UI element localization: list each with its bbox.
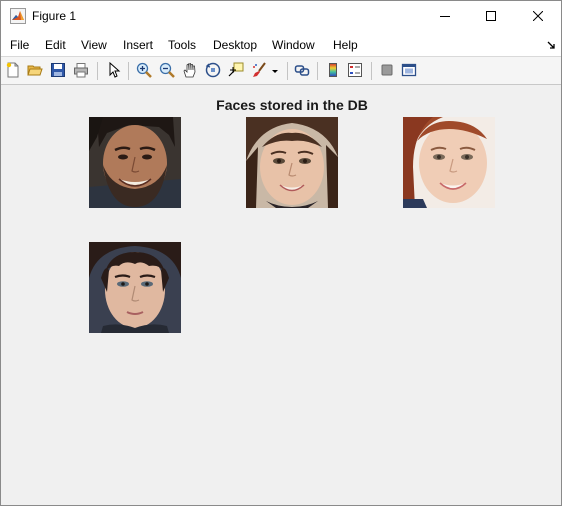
menu-view[interactable]: View [81, 38, 107, 52]
zoom-in-button[interactable] [134, 61, 154, 81]
face-image-4[interactable] [89, 242, 181, 333]
toolbar-separator [317, 62, 318, 80]
rotate-3d-icon [205, 62, 221, 81]
window-title: Figure 1 [32, 9, 77, 23]
link-plot-button[interactable] [292, 61, 312, 81]
rotate-3d-button[interactable] [203, 61, 223, 81]
brush-icon [251, 61, 267, 81]
close-icon [532, 10, 544, 24]
toolbar-separator [97, 62, 98, 80]
matlab-logo-icon [10, 8, 26, 24]
save-button[interactable] [48, 61, 68, 81]
menu-tools[interactable]: Tools [168, 38, 196, 52]
print-icon [73, 62, 89, 81]
dock-arrow-icon[interactable] [547, 40, 557, 50]
menu-insert[interactable]: Insert [123, 38, 153, 52]
new-figure-icon [5, 62, 21, 81]
pan-button[interactable] [180, 61, 200, 81]
minimize-icon [440, 10, 450, 24]
close-button[interactable] [515, 1, 561, 32]
maximize-button[interactable] [468, 1, 514, 32]
toolbar-separator [371, 62, 372, 80]
menu-window[interactable]: Window [272, 38, 315, 52]
menu-help[interactable]: Help [333, 38, 358, 52]
select-pointer-icon [106, 61, 122, 81]
data-cursor-button[interactable] [226, 61, 246, 81]
zoom-in-icon [136, 62, 152, 81]
link-plot-icon [294, 62, 310, 81]
hide-plot-tools-icon [379, 62, 395, 81]
insert-legend-button[interactable] [345, 61, 365, 81]
brush-button[interactable] [249, 61, 269, 81]
menu-desktop[interactable]: Desktop [213, 38, 257, 52]
new-figure-button[interactable] [3, 61, 23, 81]
print-button[interactable] [71, 61, 91, 81]
face-image-2[interactable] [246, 117, 338, 208]
pan-hand-icon [182, 62, 198, 81]
brush-dropdown-icon [271, 64, 279, 78]
maximize-icon [486, 10, 496, 24]
open-file-icon [27, 62, 43, 81]
face-image-3[interactable] [403, 117, 495, 208]
hide-plot-tools-button[interactable] [377, 61, 397, 81]
face-image-1[interactable] [89, 117, 181, 208]
insert-colorbar-button[interactable] [323, 61, 343, 81]
figure-title: Faces stored in the DB [216, 97, 368, 113]
menu-bar: File Edit View Insert Tools Desktop Wind… [1, 32, 561, 56]
minimize-button[interactable] [422, 1, 468, 32]
menu-file[interactable]: File [10, 38, 29, 52]
figure-window: Figure 1 File Edit View Insert Tools Des… [0, 0, 562, 506]
figure-toolbar [1, 56, 561, 85]
toolbar-separator [287, 62, 288, 80]
select-button[interactable] [104, 61, 124, 81]
figure-canvas[interactable]: Faces stored in the DB [1, 86, 561, 505]
data-cursor-icon [228, 62, 244, 81]
insert-colorbar-icon [325, 62, 341, 81]
title-bar[interactable]: Figure 1 [1, 1, 561, 32]
brush-dropdown-button[interactable] [269, 61, 281, 81]
insert-legend-icon [347, 62, 363, 81]
show-plot-tools-icon [401, 62, 417, 81]
open-file-button[interactable] [25, 61, 45, 81]
menu-edit[interactable]: Edit [45, 38, 66, 52]
show-plot-tools-button[interactable] [399, 61, 419, 81]
zoom-out-icon [159, 62, 175, 81]
zoom-out-button[interactable] [157, 61, 177, 81]
save-icon [50, 62, 66, 81]
toolbar-separator [128, 62, 129, 80]
